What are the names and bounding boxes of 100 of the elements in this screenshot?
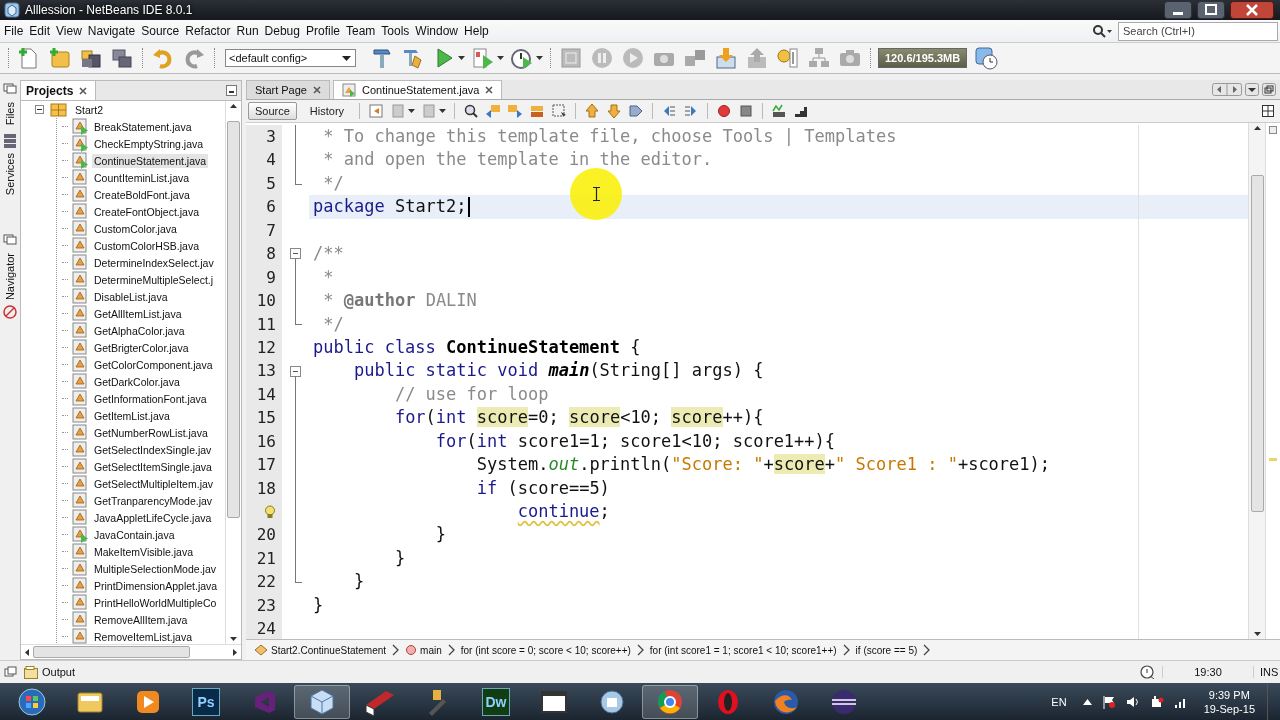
- menu-item[interactable]: Profile: [303, 24, 343, 38]
- tree-item[interactable]: GetDarkColor.java: [92, 374, 182, 389]
- search-icon[interactable]: [463, 103, 480, 119]
- arrow-down-icon[interactable]: [606, 103, 623, 119]
- close-icon[interactable]: [485, 86, 494, 94]
- selection-icon[interactable]: [551, 103, 568, 119]
- scroll-tabs-icon[interactable]: [1212, 83, 1242, 96]
- tree-item[interactable]: Start2: [21, 101, 225, 118]
- language-indicator[interactable]: EN: [1051, 695, 1067, 708]
- editor-tab[interactable]: Start Page: [246, 80, 330, 99]
- config-dropdown[interactable]: <default config>: [225, 49, 356, 67]
- fold-toggle-icon[interactable]: [290, 365, 301, 377]
- view-toggle[interactable]: History: [302, 102, 352, 120]
- server-icon[interactable]: [2, 133, 18, 150]
- memory-meter[interactable]: 120.6/195.3MB: [878, 48, 968, 68]
- scroll-left-icon[interactable]: [25, 648, 29, 656]
- tag-icon[interactable]: [628, 103, 645, 119]
- menu-item[interactable]: View: [53, 24, 85, 38]
- collapse-icon[interactable]: [35, 105, 44, 114]
- tree-item[interactable]: MultipleSelectionMode.jav: [92, 561, 218, 576]
- scroll-right-icon[interactable]: [233, 648, 237, 656]
- scroll-up-icon[interactable]: [230, 104, 237, 108]
- tree-item[interactable]: GetTranparencyMode.jav: [92, 493, 215, 508]
- tree-item[interactable]: GetItemList.java: [92, 408, 172, 423]
- split-icon[interactable]: [1262, 105, 1274, 117]
- scroll-down-icon[interactable]: [1253, 632, 1261, 636]
- tree-item[interactable]: CustomColor.java: [92, 221, 179, 236]
- menu-item[interactable]: Navigate: [84, 24, 139, 38]
- menu-item[interactable]: File: [1, 24, 27, 38]
- hammer-icon[interactable]: [370, 46, 394, 70]
- tree-item[interactable]: GetSelectIndexSingle.jav: [92, 442, 214, 457]
- stacked-boxes-icon[interactable]: [110, 46, 134, 70]
- tree-item[interactable]: DetermineIndexSelect.jav: [92, 255, 216, 270]
- taskbar-button[interactable]: [642, 684, 698, 719]
- dropdown-icon[interactable]: [1245, 83, 1259, 96]
- arrow-right-icon[interactable]: [507, 103, 524, 119]
- menu-item[interactable]: Window: [412, 24, 462, 38]
- menu-item[interactable]: Debug: [261, 24, 303, 38]
- flag-icon[interactable]: [1101, 694, 1116, 709]
- menu-item[interactable]: Help: [461, 24, 492, 38]
- chart-icon[interactable]: [771, 103, 788, 119]
- output-tab[interactable]: Output: [24, 665, 76, 679]
- tree-item[interactable]: PrintHelloWorldMultipleCo: [92, 595, 219, 610]
- menu-item[interactable]: Edit: [26, 24, 54, 38]
- scrollbar-thumb[interactable]: [1250, 175, 1264, 512]
- back-icon[interactable]: [368, 103, 385, 119]
- side-tab[interactable]: Navigator: [4, 253, 16, 301]
- minimize-icon[interactable]: [226, 85, 237, 96]
- arrow-left-icon[interactable]: [485, 103, 502, 119]
- breadcrumb[interactable]: main: [405, 644, 442, 656]
- tree-item[interactable]: JavaAppletLifeCycle.java: [92, 510, 214, 525]
- tree-item[interactable]: DetermineMultipleSelect.j: [92, 272, 216, 287]
- menu-item[interactable]: Tools: [378, 24, 413, 38]
- scroll-up-icon[interactable]: [1253, 126, 1261, 130]
- volume-icon[interactable]: [1125, 694, 1140, 709]
- tree-item[interactable]: DisableList.java: [92, 289, 170, 304]
- minimize-icon[interactable]: [1164, 1, 1192, 19]
- caret-icon[interactable]: [439, 109, 447, 113]
- close-icon[interactable]: [79, 86, 88, 95]
- scrollbar-thumb[interactable]: [33, 646, 190, 658]
- caret-icon[interactable]: [408, 109, 416, 113]
- tree-item[interactable]: BreakStatement.java: [92, 119, 194, 134]
- tree-item[interactable]: GetInformationFont.java: [92, 391, 209, 406]
- search-field[interactable]: Search (Ctrl+I): [1118, 21, 1278, 41]
- tree-item[interactable]: JavaContain.java: [92, 527, 177, 542]
- side-tab[interactable]: Services: [4, 153, 16, 196]
- clock[interactable]: 9:39 PM 19-Sep-15: [1203, 687, 1255, 716]
- tree-item[interactable]: GetAllItemList.java: [92, 306, 184, 321]
- menu-item[interactable]: Source: [138, 24, 183, 38]
- caret-icon[interactable]: [497, 56, 504, 60]
- tree-item[interactable]: ContinueStatement.java: [92, 153, 209, 168]
- power-icon[interactable]: [1149, 694, 1164, 709]
- record-icon[interactable]: [716, 103, 733, 119]
- menu-item[interactable]: Run: [233, 24, 262, 38]
- editor-tab[interactable]: ContinueStatement.java: [333, 80, 503, 99]
- tree-item[interactable]: CreateFontObject.java: [92, 204, 202, 219]
- caret-icon[interactable]: [536, 56, 543, 60]
- windows-icon[interactable]: [4, 666, 18, 678]
- tree-item[interactable]: CustomColorHSB.java: [92, 238, 202, 253]
- tree-item[interactable]: CountIteminList.java: [92, 170, 192, 185]
- tree-item[interactable]: RemoveItemList.java: [92, 629, 195, 644]
- breadcrumb[interactable]: Start2.ContinueStatement: [254, 644, 387, 656]
- stop-icon[interactable]: [738, 103, 755, 119]
- menu-item[interactable]: Refactor: [182, 24, 234, 38]
- stacked-icon[interactable]: [529, 103, 546, 119]
- stopwatch-icon[interactable]: [510, 46, 534, 70]
- side-tab[interactable]: Files: [4, 102, 16, 126]
- breadcrumb[interactable]: if (score == 5): [855, 644, 918, 656]
- tree-item[interactable]: CheckEmptyString.java: [92, 136, 206, 151]
- tree-item[interactable]: GetSelectMultipleItem.jav: [92, 476, 216, 491]
- tree-item[interactable]: GetBrigterColor.java: [92, 340, 191, 355]
- tree-item[interactable]: GetSelectItemSingle.java: [92, 459, 214, 474]
- breadcrumb[interactable]: for (int score1 = 1; score1 < 10; score1++): [649, 644, 837, 656]
- tree-item[interactable]: PrintDimensionApplet.java: [92, 578, 220, 593]
- tree-item[interactable]: RemoveAllItem.java: [92, 612, 190, 627]
- scroll-down-icon[interactable]: [230, 637, 237, 641]
- tree-item[interactable]: GetColorComponent.java: [92, 357, 215, 372]
- tray-expand-icon[interactable]: [1082, 698, 1092, 705]
- tree-item[interactable]: MakeItemVisible.java: [92, 544, 196, 559]
- debug-icon[interactable]: [471, 46, 495, 70]
